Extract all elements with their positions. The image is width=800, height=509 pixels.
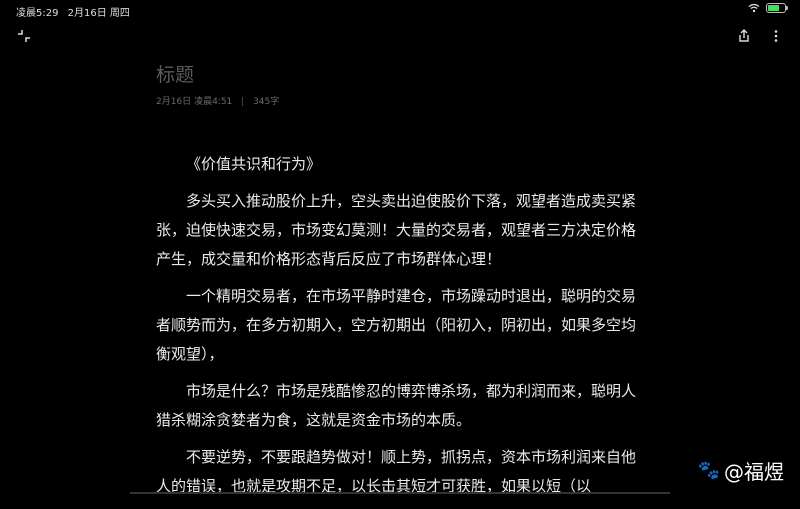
wifi-icon <box>748 3 760 13</box>
note-body[interactable]: 《价值共识和行为》 多头买入推动股价上升，空头卖出迫使股价下落，观望者造成卖买紧… <box>156 150 642 509</box>
collapse-button[interactable] <box>16 28 32 48</box>
bottom-divider <box>130 492 670 494</box>
status-bar: 凌晨5:29 2月16日 周四 <box>0 0 800 20</box>
note-title[interactable]: 标题 <box>156 60 194 87</box>
paw-icon: 🐾 <box>697 460 720 481</box>
note-paragraph: 多头买入推动股价上升，空头卖出迫使股价下落，观望者造成卖买紧张，迫使快速交易，市… <box>156 192 637 268</box>
watermark-text: @福煜 <box>724 460 784 484</box>
meta-date: 2月16日 <box>156 97 192 107</box>
more-vertical-icon <box>774 30 778 42</box>
status-date: 2月16日 周四 <box>67 8 130 19</box>
note-meta: 2月16日 凌晨4:51 | 345字 <box>156 94 279 107</box>
note-paragraph: 《价值共识和行为》 <box>186 155 322 173</box>
collapse-icon <box>18 30 30 42</box>
note-toolbar <box>0 22 800 52</box>
note-paragraph: 市场是什么？市场是残酷惨忍的博弈博杀场，都为利润而来，聪明人猎杀糊涂贪婪者为食，… <box>156 382 637 429</box>
battery-icon <box>766 3 788 13</box>
meta-word-count: 345字 <box>253 97 280 107</box>
share-icon <box>739 29 749 42</box>
note-paragraph: 一个精明交易者，在市场平静时建仓，市场躁动时退出，聪明的交易者顺势而为，在多方初… <box>156 287 637 363</box>
meta-separator: | <box>241 97 245 107</box>
status-time: 凌晨5:29 <box>16 8 59 19</box>
status-left: 凌晨5:29 2月16日 周四 <box>16 4 136 19</box>
status-right <box>748 3 788 13</box>
meta-time: 凌晨4:51 <box>194 97 233 107</box>
more-button[interactable] <box>768 28 784 48</box>
battery-level <box>768 5 779 11</box>
watermark: 🐾 @福煜 <box>698 456 784 485</box>
share-button[interactable] <box>736 28 752 48</box>
